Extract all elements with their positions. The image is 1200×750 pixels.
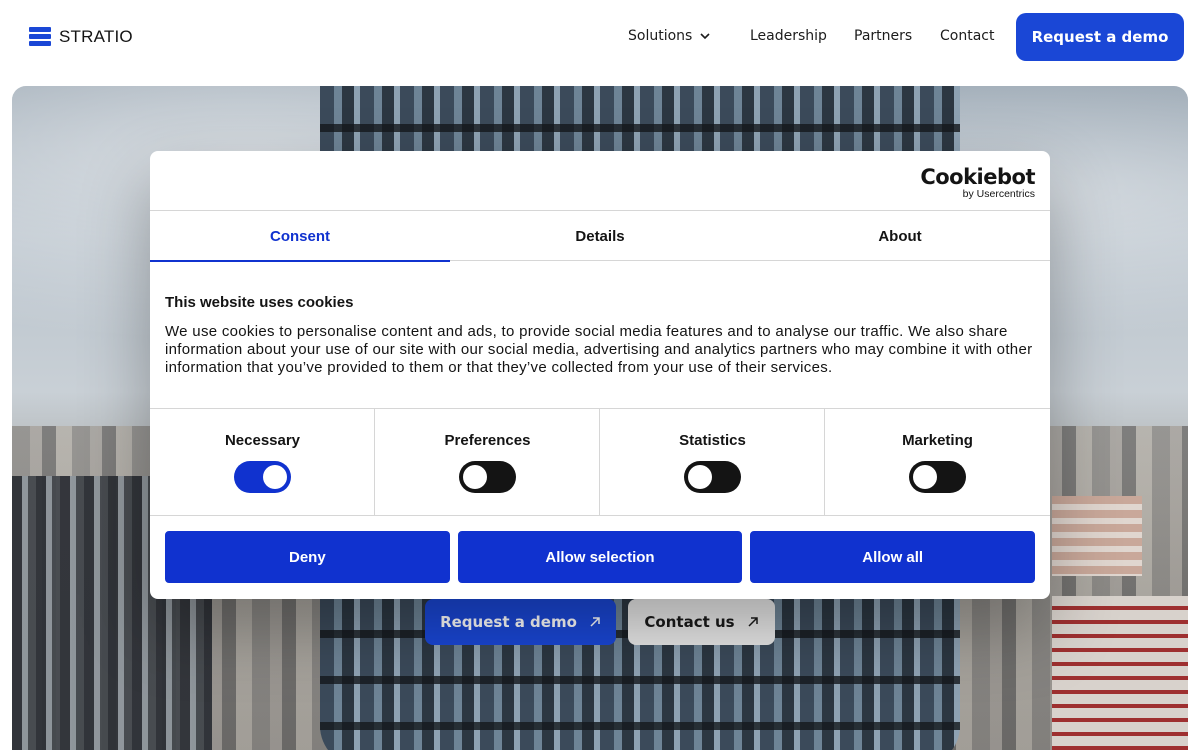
hero-request-demo-button[interactable]: Request a demo bbox=[425, 599, 616, 645]
statistics-toggle[interactable] bbox=[684, 461, 741, 493]
cookie-consent-dialog: Cookiebot by Usercentrics Consent Detail… bbox=[150, 151, 1050, 599]
hero-contact-us-label: Contact us bbox=[644, 613, 735, 631]
nav-solutions[interactable]: Solutions bbox=[628, 28, 692, 44]
allow-all-button[interactable]: Allow all bbox=[750, 531, 1036, 583]
nav-leadership[interactable]: Leadership bbox=[750, 28, 827, 44]
cookiebot-logo[interactable]: Cookiebot by Usercentrics bbox=[920, 166, 1035, 200]
chevron-down-icon[interactable] bbox=[698, 29, 712, 43]
allow-selection-button[interactable]: Allow selection bbox=[457, 531, 743, 583]
deny-button[interactable]: Deny bbox=[165, 531, 450, 583]
cookiebot-wordmark: Cookiebot bbox=[920, 165, 1035, 189]
cookie-description: We use cookies to personalise content an… bbox=[165, 323, 1033, 376]
category-label: Statistics bbox=[679, 432, 746, 449]
arrow-up-right-icon bbox=[590, 617, 600, 627]
hero-contact-us-button[interactable]: Contact us bbox=[628, 599, 775, 645]
stratio-logo[interactable]: STRATIO bbox=[29, 26, 133, 48]
arrow-up-right-icon bbox=[748, 617, 758, 627]
dialog-actions: Deny Allow selection Allow all bbox=[165, 531, 1036, 583]
category-label: Marketing bbox=[902, 432, 973, 449]
stratio-logo-icon bbox=[29, 27, 51, 46]
nav-contact[interactable]: Contact bbox=[940, 28, 994, 44]
category-statistics: Statistics bbox=[600, 409, 825, 515]
category-preferences: Preferences bbox=[375, 409, 600, 515]
logo-text: STRATIO bbox=[59, 27, 133, 46]
hero-request-demo-label: Request a demo bbox=[440, 613, 577, 631]
request-demo-button[interactable]: Request a demo bbox=[1016, 13, 1184, 61]
category-necessary: Necessary bbox=[150, 409, 375, 515]
dialog-header: Cookiebot by Usercentrics bbox=[150, 151, 1050, 211]
tab-consent[interactable]: Consent bbox=[150, 211, 450, 262]
category-marketing: Marketing bbox=[825, 409, 1050, 515]
cookie-categories: Necessary Preferences Statistics Marketi… bbox=[150, 408, 1050, 516]
tab-about[interactable]: About bbox=[750, 211, 1050, 261]
category-label: Preferences bbox=[444, 432, 531, 449]
preferences-toggle[interactable] bbox=[459, 461, 516, 493]
cookiebot-subtitle: by Usercentrics bbox=[962, 188, 1035, 200]
category-label: Necessary bbox=[224, 432, 301, 449]
cookie-title: This website uses cookies bbox=[165, 294, 354, 311]
marketing-toggle[interactable] bbox=[909, 461, 966, 493]
dialog-tabs: Consent Details About bbox=[150, 211, 1050, 262]
site-header: STRATIO Solutions Leadership Partners Co… bbox=[0, 0, 1200, 74]
necessary-toggle[interactable] bbox=[234, 461, 291, 493]
tab-details[interactable]: Details bbox=[450, 211, 750, 261]
nav-partners[interactable]: Partners bbox=[854, 28, 912, 44]
